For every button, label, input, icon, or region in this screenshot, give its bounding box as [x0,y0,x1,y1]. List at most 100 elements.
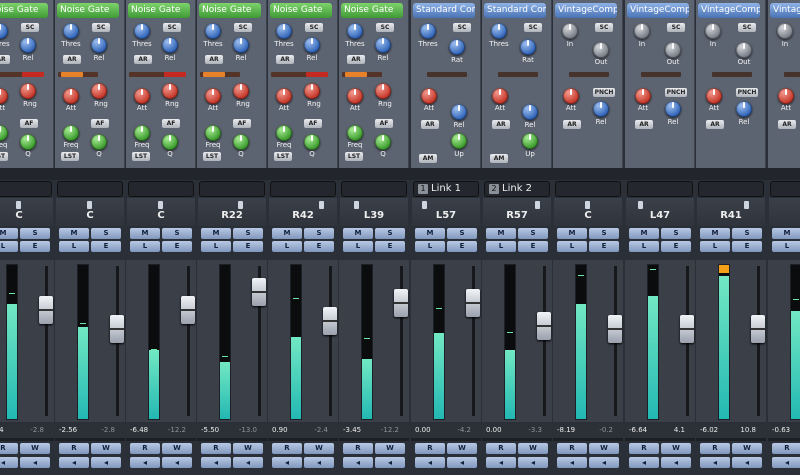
sidechain-button[interactable]: SC [163,23,181,32]
edit-button[interactable]: E [661,241,691,252]
write-button[interactable]: W [518,443,548,454]
fader-cap[interactable] [323,306,337,335]
listen-button[interactable]: L [486,241,516,252]
solo-button[interactable]: S [162,228,192,239]
listen-filter-button[interactable]: LST [0,152,8,161]
edit-button[interactable]: E [162,241,192,252]
output-knob[interactable] [593,42,609,58]
threshold-knob[interactable] [347,23,363,39]
sidechain-button[interactable]: SC [234,23,252,32]
plugin-title[interactable]: VintageComp [555,3,617,18]
range-knob[interactable] [20,83,36,99]
fader-cap[interactable] [537,312,551,340]
release-knob[interactable] [91,37,107,53]
mute-button[interactable]: M [59,228,89,239]
auto-filter-button[interactable]: AF [91,119,109,128]
attack-knob[interactable] [276,88,292,104]
link-field[interactable] [341,181,407,197]
output-knob[interactable] [665,42,681,58]
write-button[interactable]: W [20,443,50,454]
q-knob[interactable] [20,134,36,150]
attack-knob[interactable] [635,88,651,104]
release-knob[interactable] [522,104,538,120]
plugin-title[interactable]: Noise Gate [57,3,119,18]
plugin-title[interactable]: Noise Gate [341,3,403,18]
auto-filter-button[interactable]: AF [20,119,38,128]
input-monitor-button[interactable]: ◂ [20,457,50,468]
link-field[interactable] [698,181,764,197]
attack-knob[interactable] [421,88,437,104]
frequency-knob[interactable] [276,125,292,141]
auto-release-button[interactable]: AR [778,120,796,129]
edit-button[interactable]: E [20,241,50,252]
input-monitor-button[interactable]: ◂ [91,457,121,468]
speaker-button[interactable]: ◂ [272,457,302,468]
pan-control[interactable]: C [127,198,195,226]
write-button[interactable]: W [732,443,762,454]
attack-knob[interactable] [63,88,79,104]
auto-makeup-button[interactable]: AM [490,154,508,163]
write-button[interactable]: W [304,443,334,454]
plugin-title[interactable]: VintageComp [770,3,800,18]
auto-filter-button[interactable]: AF [304,119,322,128]
input-monitor-button[interactable]: ◂ [732,457,762,468]
q-knob[interactable] [375,134,391,150]
mute-button[interactable]: M [130,228,160,239]
q-knob[interactable] [162,134,178,150]
fader-cap[interactable] [394,288,408,317]
solo-button[interactable]: S [91,228,121,239]
speaker-button[interactable]: ◂ [557,457,587,468]
input-monitor-button[interactable]: ◂ [233,457,263,468]
threshold-knob[interactable] [420,23,436,39]
threshold-knob[interactable] [0,23,8,39]
mute-button[interactable]: M [557,228,587,239]
listen-filter-button[interactable]: LST [345,152,363,161]
mute-button[interactable]: M [700,228,730,239]
plugin-title[interactable]: VintageComp [698,3,760,18]
range-knob[interactable] [91,83,107,99]
sidechain-button[interactable]: SC [305,23,323,32]
release-knob[interactable] [593,101,609,117]
listen-button[interactable]: L [343,241,373,252]
fader-cap[interactable] [466,288,480,317]
pan-control[interactable]: L47 [626,198,694,226]
speaker-button[interactable]: ◂ [415,457,445,468]
frequency-knob[interactable] [205,125,221,141]
input-monitor-button[interactable]: ◂ [661,457,691,468]
release-knob[interactable] [665,101,681,117]
link-field[interactable] [627,181,693,197]
sidechain-button[interactable]: SC [376,23,394,32]
release-knob[interactable] [233,37,249,53]
read-button[interactable]: R [557,443,587,454]
auto-release-button[interactable]: AR [134,55,152,64]
pan-control[interactable]: R57 [483,198,551,226]
auto-makeup-button[interactable]: AM [419,154,437,163]
auto-filter-button[interactable]: AF [233,119,251,128]
input-monitor-button[interactable]: ◂ [304,457,334,468]
write-button[interactable]: W [162,443,192,454]
auto-release-button[interactable]: AR [492,120,510,129]
listen-button[interactable]: L [0,241,18,252]
input-knob[interactable] [705,23,721,39]
read-button[interactable]: R [201,443,231,454]
write-button[interactable]: W [447,443,477,454]
write-button[interactable]: W [233,443,263,454]
fader-cap[interactable] [608,314,622,343]
auto-release-button[interactable]: AR [706,120,724,129]
threshold-knob[interactable] [491,23,507,39]
attack-knob[interactable] [778,88,794,104]
attack-knob[interactable] [563,88,579,104]
speaker-button[interactable]: ◂ [130,457,160,468]
solo-button[interactable]: S [518,228,548,239]
sidechain-button[interactable]: SC [453,23,471,32]
link-field[interactable] [199,181,265,197]
plugin-title[interactable]: Standard Comp [484,3,546,18]
read-button[interactable]: R [629,443,659,454]
plugin-title[interactable]: Noise Gate [270,3,332,18]
makeup-knob[interactable] [522,133,538,149]
fader-cap[interactable] [252,278,266,307]
listen-button[interactable]: L [201,241,231,252]
read-button[interactable]: R [486,443,516,454]
listen-filter-button[interactable]: LST [203,152,221,161]
link-field[interactable] [57,181,123,197]
